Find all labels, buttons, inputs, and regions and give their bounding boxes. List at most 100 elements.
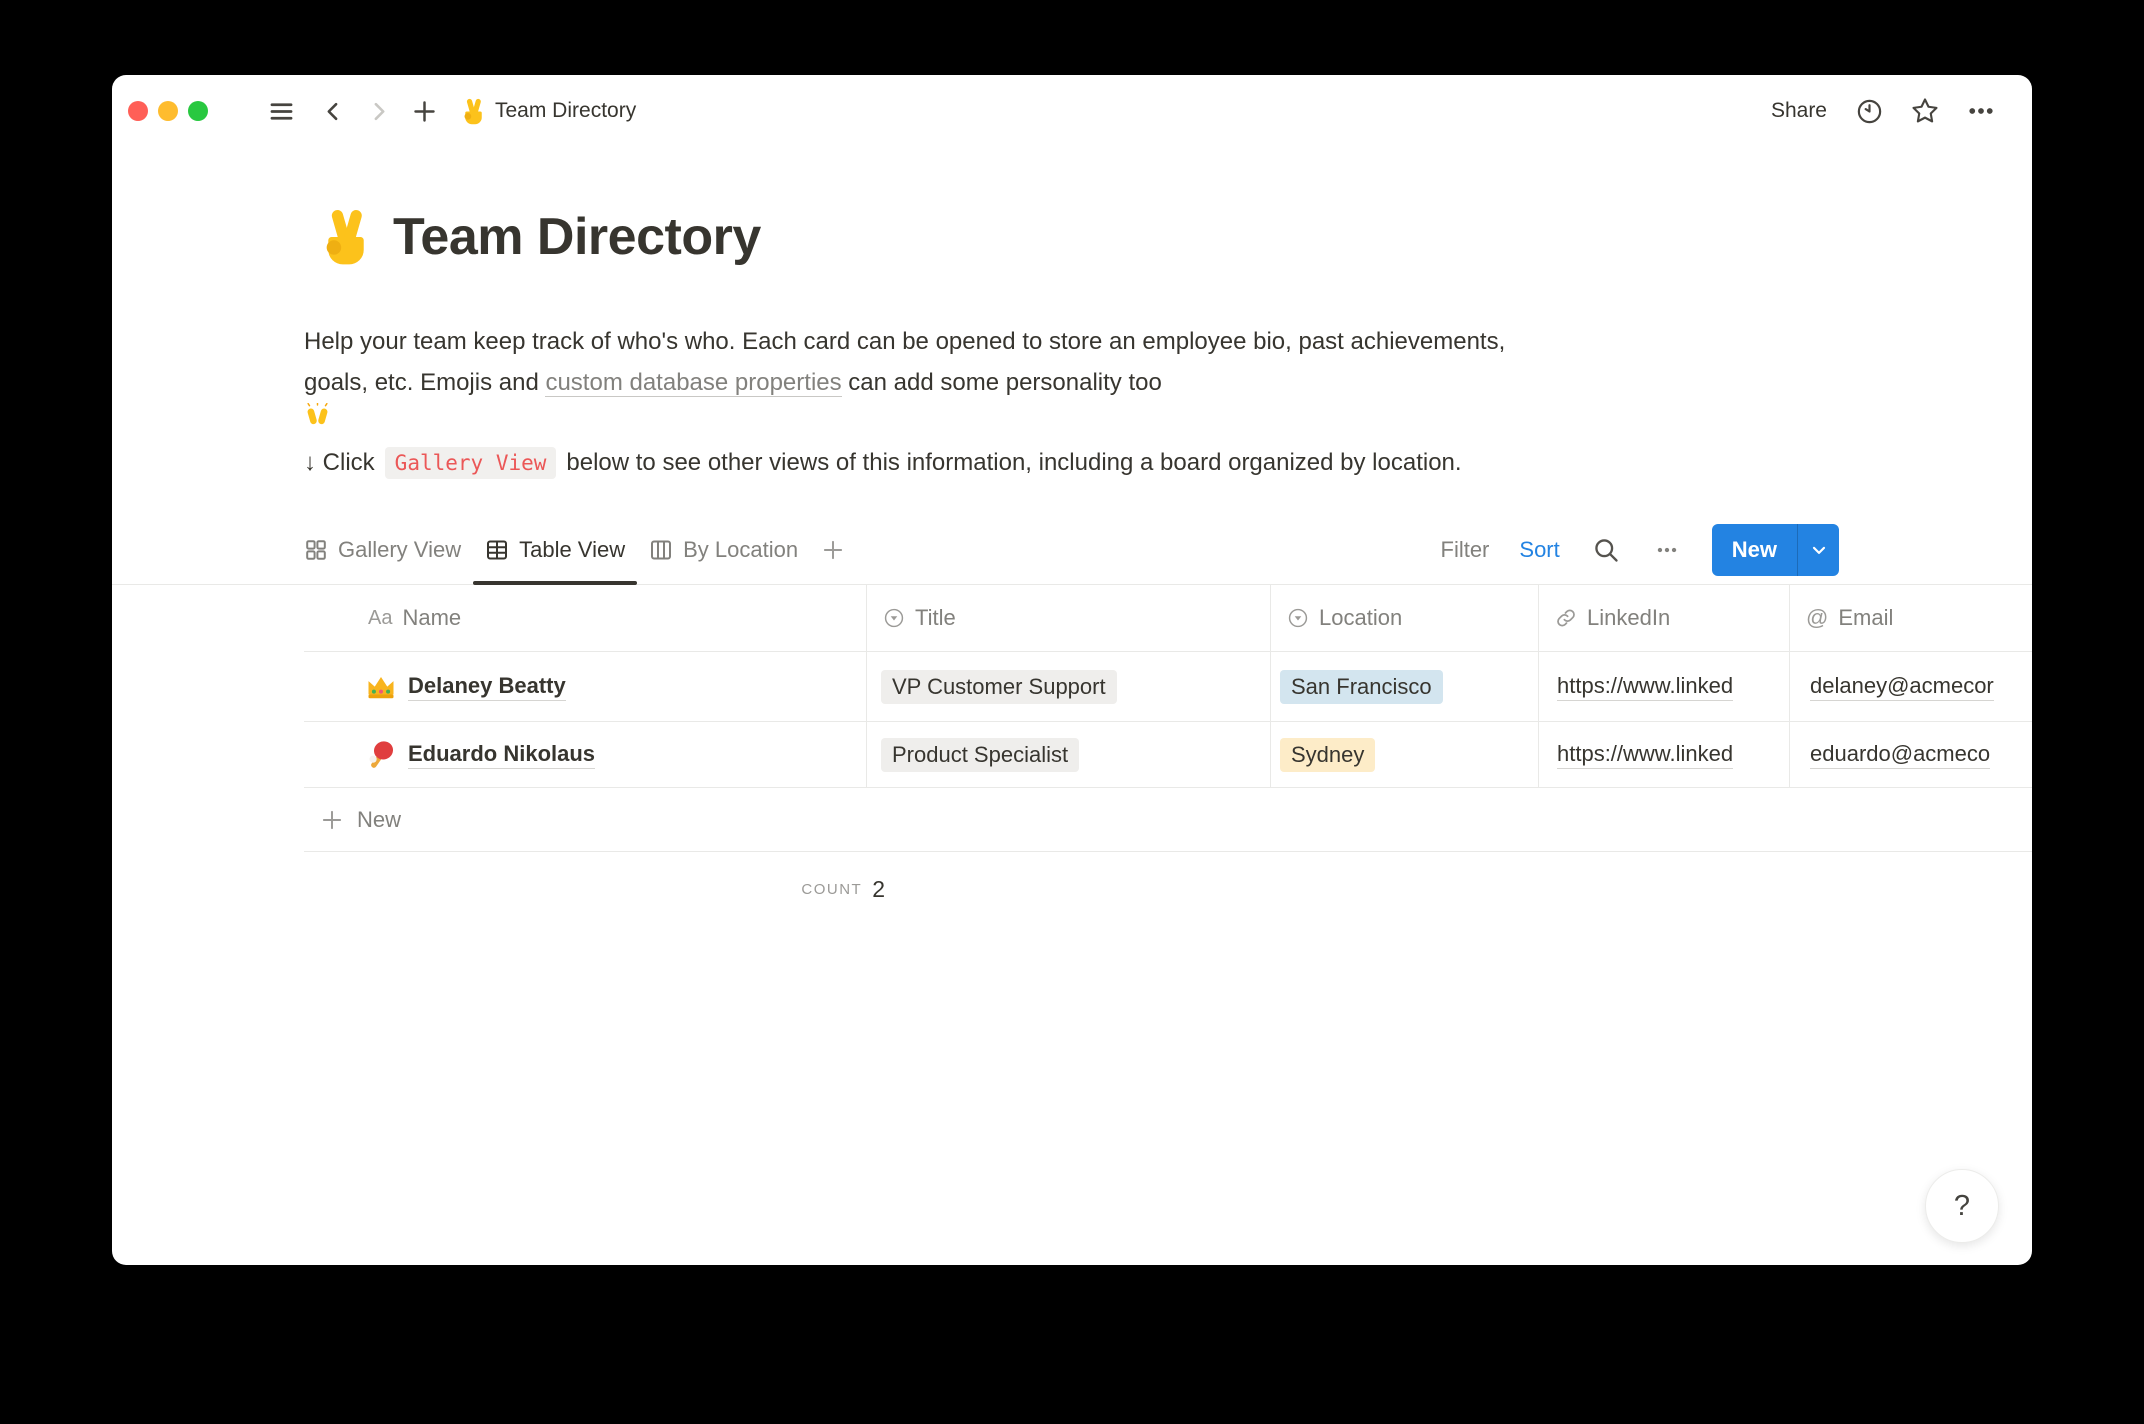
tab-table-view[interactable]: Table View [473,515,637,584]
text-property-icon: Aa [368,607,392,630]
custom-database-properties-link[interactable]: custom database properties [545,369,841,397]
raising-hands-emoji [304,403,1784,427]
page-title[interactable]: Team Directory [393,207,761,267]
gallery-icon [304,538,328,562]
zoom-window-button[interactable] [188,101,208,121]
column-label: Name [402,605,461,631]
location-tag[interactable]: Sydney [1280,738,1375,772]
column-header-name[interactable]: Aa Name [304,585,867,651]
linkedin-cell[interactable]: https://www.linked [1539,722,1790,787]
location-tag[interactable]: San Francisco [1280,670,1443,704]
clock-icon [1855,97,1884,126]
linkedin-cell[interactable]: https://www.linked [1539,652,1790,721]
chevron-down-icon [1809,540,1829,560]
view-toolbar: Filter Sort New [1441,515,1840,585]
sidebar-toggle-button[interactable] [262,91,301,131]
email-cell[interactable]: delaney@acmecor [1790,652,2032,721]
ellipsis-icon [1966,96,1996,126]
search-button[interactable] [1590,534,1622,566]
column-header-email[interactable]: @ Email [1790,585,2032,651]
forward-button[interactable] [360,91,397,131]
view-options-button[interactable] [1652,535,1682,565]
email-link[interactable]: eduardo@acmeco [1810,741,1990,769]
chevron-left-icon [321,99,346,124]
location-cell[interactable]: San Francisco [1271,652,1539,721]
plus-icon [820,537,846,563]
at-property-icon: @ [1806,605,1828,631]
count-footer[interactable]: COUNT 2 [304,867,885,911]
tab-gallery-view[interactable]: Gallery View [292,515,473,584]
column-header-linkedin[interactable]: LinkedIn [1539,585,1790,651]
table-icon [485,538,509,562]
employee-name-link[interactable]: Delaney Beatty [408,673,566,701]
column-header-title[interactable]: Title [867,585,1271,651]
updates-button[interactable] [1849,91,1890,131]
email-cell[interactable]: eduardo@acmeco [1790,722,2032,787]
team-directory-table: Aa Name Title Location [304,585,2032,852]
titlebar-page-title[interactable]: Team Directory [495,99,636,123]
favorite-button[interactable] [1904,91,1946,131]
count-label: COUNT [801,881,862,898]
email-link[interactable]: delaney@acmecor [1810,673,1994,701]
share-button[interactable]: Share [1763,95,1835,127]
new-dropdown-button[interactable] [1797,524,1839,576]
add-view-button[interactable] [820,537,846,563]
new-row-label: New [357,807,401,833]
page-emoji victory-hand-emoji[interactable] [317,208,375,266]
linkedin-link[interactable]: https://www.linked [1557,741,1733,769]
select-property-icon [883,607,905,629]
ping-pong-emoji [366,740,396,770]
star-icon [1910,96,1940,126]
title-cell[interactable]: Product Specialist [867,722,1271,787]
new-button[interactable]: New [1712,524,1797,576]
description-line2-suffix: can add some personality too [842,369,1162,396]
location-cell[interactable]: Sydney [1271,722,1539,787]
minimize-window-button[interactable] [158,101,178,121]
window-titlebar: Team Directory Share [112,75,2032,147]
employee-name-link[interactable]: Eduardo Nikolaus [408,741,595,769]
name-cell[interactable]: Delaney Beatty [304,652,867,721]
table-row: Eduardo Nikolaus Product Specialist Sydn… [304,722,2032,788]
plus-icon [411,98,438,125]
name-cell[interactable]: Eduardo Nikolaus [304,722,867,787]
filter-button[interactable]: Filter [1441,537,1490,563]
back-button[interactable] [315,91,352,131]
callout-prefix: ↓ Click [304,449,375,477]
sort-button[interactable]: Sort [1519,537,1559,563]
plus-icon [319,807,345,833]
more-options-button[interactable] [1960,91,2002,131]
titlebar-page-emoji victory-hand-emoji [460,98,487,125]
titlebar-actions: Share [1763,91,2002,131]
column-header-location[interactable]: Location [1271,585,1539,651]
callout-line: ↓ Click Gallery View below to see other … [304,447,1462,479]
column-label: LinkedIn [1587,605,1670,631]
title-tag[interactable]: Product Specialist [881,738,1079,772]
new-page-button[interactable] [405,91,444,131]
close-window-button[interactable] [128,101,148,121]
hamburger-icon [268,98,295,125]
page-description: Help your team keep track of who's who. … [304,321,1784,427]
title-cell[interactable]: VP Customer Support [867,652,1271,721]
help-button[interactable]: ? [1925,1169,1999,1243]
select-property-icon [1287,607,1309,629]
column-label: Email [1838,605,1893,631]
count-value: 2 [872,876,885,903]
new-button-group: New [1712,524,1839,576]
linkedin-link[interactable]: https://www.linked [1557,673,1733,701]
page-title-block[interactable]: Team Directory [304,207,761,267]
new-row-button[interactable]: New [304,788,2032,852]
chevron-right-icon [366,99,391,124]
tab-label: By Location [683,537,798,563]
title-tag[interactable]: VP Customer Support [881,670,1117,704]
description-line1: Help your team keep track of who's who. … [304,328,1505,355]
description-line2-prefix: goals, etc. Emojis and [304,369,545,396]
column-label: Location [1319,605,1402,631]
ellipsis-icon [1654,537,1680,563]
gallery-view-code-chip: Gallery View [385,447,557,479]
column-label: Title [915,605,956,631]
tab-label: Table View [519,537,625,563]
crown-emoji [366,672,396,702]
board-icon [649,538,673,562]
callout-suffix: below to see other views of this informa… [566,449,1461,477]
tab-by-location[interactable]: By Location [637,515,810,584]
